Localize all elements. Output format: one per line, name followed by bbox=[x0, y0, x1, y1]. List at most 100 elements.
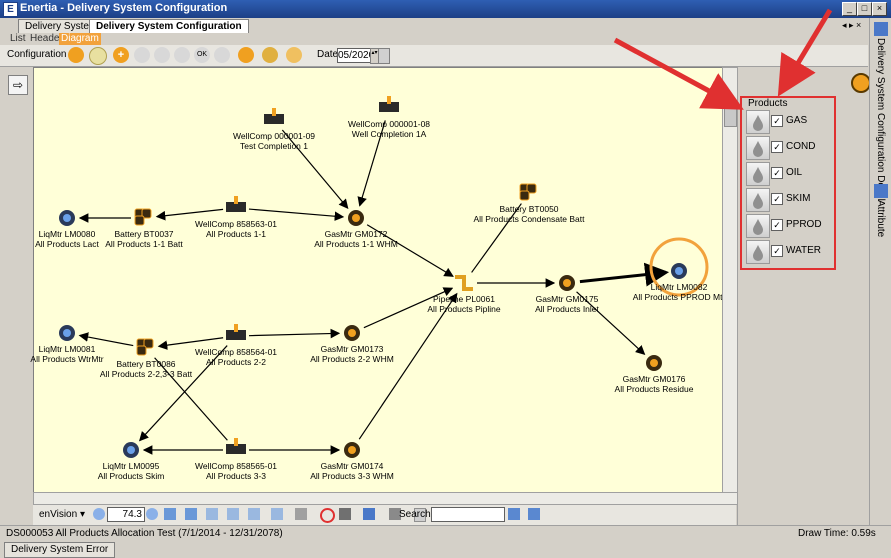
gear-icon[interactable] bbox=[851, 73, 871, 93]
node-line1: WellComp 000001-08 bbox=[347, 119, 431, 129]
node-line2: Well Completion 1A bbox=[351, 129, 427, 139]
product-label: SKIM bbox=[786, 193, 811, 204]
zoom-area-icon[interactable] bbox=[206, 508, 218, 520]
product-checkbox[interactable]: ✓ bbox=[771, 219, 783, 231]
products-title: Products bbox=[748, 98, 788, 109]
node-line1: GasMtr GM0172 bbox=[324, 229, 388, 239]
maximize-button[interactable]: □ bbox=[857, 2, 872, 16]
product-checkbox[interactable]: ✓ bbox=[771, 245, 783, 257]
product-checkbox[interactable]: ✓ bbox=[771, 193, 783, 205]
product-row-oil: ✓ OIL bbox=[746, 162, 832, 186]
close-button[interactable]: × bbox=[872, 2, 887, 16]
node-line1: Battery BT0037 bbox=[114, 229, 174, 239]
node-line1: WellComp 000001-09 bbox=[232, 131, 316, 141]
node-label-gasmtr_gm0176: GasMtr GM0176 All Products Residue bbox=[615, 374, 694, 394]
droplet-svg bbox=[753, 141, 763, 157]
atom-icon[interactable] bbox=[286, 47, 302, 63]
node-line2: All Products Lact bbox=[35, 239, 99, 249]
title-bar: E Enertia - Delivery System Configuratio… bbox=[0, 0, 891, 18]
tab-configuration-detail[interactable]: Delivery System Configuration Detail bbox=[875, 38, 886, 201]
zoom-in-icon[interactable] bbox=[146, 508, 158, 520]
layout-icon[interactable] bbox=[339, 508, 351, 520]
node-line2: All Products PPROD Mtr bbox=[632, 292, 726, 302]
tab-attribute[interactable]: Attribute bbox=[875, 200, 886, 237]
date-input[interactable]: 05/2020 bbox=[337, 48, 374, 63]
main-toolbar: Configuration ▾ + OK Date 05/2020 ▴▾ bbox=[0, 45, 868, 67]
fit-icon[interactable] bbox=[164, 508, 176, 520]
expand-icon[interactable] bbox=[185, 508, 197, 520]
droplet-icon[interactable] bbox=[746, 110, 770, 134]
save-icon[interactable] bbox=[363, 508, 375, 520]
vertical-scrollbar[interactable] bbox=[722, 67, 738, 493]
undo-icon[interactable] bbox=[214, 47, 230, 63]
product-row-cond: ✓ COND bbox=[746, 136, 832, 160]
add-icon[interactable]: + bbox=[113, 47, 129, 63]
edit-icon[interactable] bbox=[134, 47, 150, 63]
droplet-icon[interactable] bbox=[746, 188, 770, 212]
node-line2: All Products 1-1 bbox=[206, 229, 266, 239]
date-label: Date bbox=[317, 49, 339, 60]
ok-icon[interactable]: OK bbox=[194, 47, 210, 63]
configuration-menu[interactable]: Configuration ▾ bbox=[7, 49, 74, 60]
node-line2: All Products Skim bbox=[97, 471, 165, 481]
node-label-battery_bt0086: Battery BT0086 All Products 2-2,3-3 Batt bbox=[100, 359, 192, 379]
calendar-icon[interactable] bbox=[378, 48, 390, 64]
cut-icon[interactable] bbox=[154, 47, 170, 63]
node-line1: GasMtr GM0174 bbox=[320, 461, 384, 471]
node-label-battery_bt0050: Battery BT0050 All Products Condensate Ba… bbox=[473, 204, 584, 224]
print-icon[interactable] bbox=[295, 508, 307, 520]
pan-icon[interactable] bbox=[271, 508, 283, 520]
cancel-icon[interactable] bbox=[320, 508, 335, 523]
product-checkbox[interactable]: ✓ bbox=[771, 141, 783, 153]
product-checkbox[interactable]: ✓ bbox=[771, 167, 783, 179]
zoom-input[interactable]: 74.3 bbox=[107, 507, 145, 522]
droplet-icon[interactable] bbox=[746, 136, 770, 160]
product-row-skim: ✓ SKIM bbox=[746, 188, 832, 212]
find-next-icon[interactable] bbox=[528, 508, 540, 520]
zoom-out-icon[interactable] bbox=[93, 508, 105, 520]
node-label-wellcomp_858563_01: WellComp 858563-01 All Products 1-1 bbox=[195, 219, 277, 239]
lightbulb-icon[interactable] bbox=[89, 47, 107, 65]
find-icon[interactable] bbox=[508, 508, 520, 520]
expand-arrow-icon[interactable]: ⇨ bbox=[8, 75, 28, 95]
node-label-gasmtr_gm0173: GasMtr GM0173 All Products 2-2 WHM bbox=[310, 344, 394, 364]
diagram-canvas[interactable]: WellComp 000001-09 Test Completion 1 WellC… bbox=[30, 67, 725, 493]
product-label: GAS bbox=[786, 115, 808, 126]
node-line2: All Products Pipline bbox=[427, 304, 501, 314]
tab-delivery-system-error[interactable]: Delivery System Error bbox=[4, 542, 116, 558]
node-line1: LiqMtr LM0081 bbox=[38, 344, 96, 354]
node-line1: WellComp 858563-01 bbox=[194, 219, 278, 229]
minimize-button[interactable]: _ bbox=[842, 2, 857, 16]
refresh-icon[interactable] bbox=[68, 47, 84, 63]
droplet-icon[interactable] bbox=[746, 240, 770, 264]
node-labels: WellComp 000001-09 Test Completion 1 WellC… bbox=[30, 68, 725, 492]
product-checkbox[interactable]: ✓ bbox=[771, 115, 783, 127]
tab-list[interactable]: List bbox=[10, 33, 26, 45]
node-label-liqmtr_lm0081: LiqMtr LM0081 All Products WtrMtr bbox=[30, 344, 103, 364]
node-line2: All Products 2-2,3-3 Batt bbox=[99, 369, 193, 379]
zoom-prev-icon[interactable] bbox=[248, 508, 260, 520]
envision-menu[interactable]: enVision ▾ bbox=[39, 509, 85, 520]
node-line2: All Products 1-1 Batt bbox=[105, 239, 183, 249]
droplet-icon[interactable] bbox=[746, 162, 770, 186]
droplet-svg bbox=[753, 245, 763, 261]
products-panel: Products ✓ GAS ✓ COND ✓ OIL ✓ SKIM ✓ PPROD ✓ WATER bbox=[740, 96, 836, 270]
node-line2: All Products Inlet bbox=[535, 304, 599, 314]
droplet-icon[interactable] bbox=[746, 214, 770, 238]
settings-icon[interactable] bbox=[238, 47, 254, 63]
tools-icon[interactable] bbox=[262, 47, 278, 63]
zoom-select-icon[interactable] bbox=[227, 508, 239, 520]
tag-icon[interactable] bbox=[174, 47, 190, 63]
tab-header[interactable]: Header bbox=[30, 33, 63, 45]
search-input[interactable] bbox=[431, 507, 505, 522]
tab-scroll-icons[interactable]: ◂ ▸ × bbox=[842, 20, 861, 31]
droplet-svg bbox=[753, 167, 763, 183]
node-label-gasmtr_gm0174: GasMtr GM0174 All Products 3-3 WHM bbox=[310, 461, 394, 481]
node-line1: LiqMtr LM0080 bbox=[38, 229, 96, 239]
vertical-scroll-thumb[interactable] bbox=[724, 101, 737, 127]
node-label-wellcomp_000001_08: WellComp 000001-08 Well Completion 1A bbox=[348, 119, 430, 139]
tab-diagram[interactable]: Diagram bbox=[59, 33, 101, 45]
node-line2: All Products Residue bbox=[614, 384, 694, 394]
tab-delivery-system-configuration[interactable]: Delivery System Configuration bbox=[89, 19, 249, 33]
product-label: PPROD bbox=[786, 219, 822, 230]
